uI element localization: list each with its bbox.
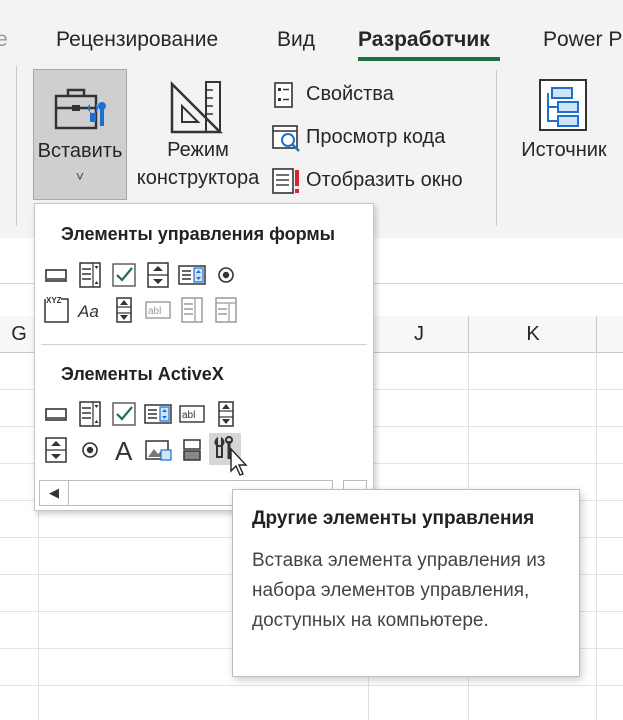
scroll-left-button[interactable]: ◀ xyxy=(40,481,69,505)
ribbon-separator xyxy=(496,70,497,226)
svg-text:Aa: Aa xyxy=(77,302,99,321)
view-code-icon xyxy=(272,125,300,152)
properties-icon xyxy=(274,82,293,108)
properties-label: Свойства xyxy=(306,83,394,105)
design-mode-label-1: Режим xyxy=(167,139,229,161)
gridline xyxy=(596,352,597,720)
list-box-form-icon[interactable] xyxy=(177,260,207,290)
source-icon xyxy=(539,79,587,131)
image-activex-icon[interactable] xyxy=(143,435,173,465)
button-form-icon[interactable] xyxy=(41,260,71,290)
more-controls-tooltip: Другие элементы управления Вставка элеме… xyxy=(232,489,580,677)
check-box-form-icon[interactable] xyxy=(109,260,139,290)
tab-partial-left[interactable]: e xyxy=(0,28,8,52)
tooltip-title: Другие элементы управления xyxy=(252,508,535,529)
group-box-form-icon[interactable]: XYZ xyxy=(41,295,71,325)
svg-text:abl: abl xyxy=(148,306,161,317)
insert-label: Вставить xyxy=(37,140,123,162)
view-code-label: Просмотр кода xyxy=(306,126,446,148)
scroll-bar-activex-icon[interactable] xyxy=(211,399,241,429)
design-mode-button[interactable]: Режим конструктора xyxy=(128,136,268,192)
list-box-activex-icon[interactable] xyxy=(143,399,173,429)
design-mode-icon xyxy=(170,80,224,134)
option-button-activex-icon[interactable] xyxy=(75,435,105,465)
ribbon-separator xyxy=(16,66,17,226)
svg-text:A: A xyxy=(115,436,133,465)
tooltip-description: Вставка элемента управления из набора эл… xyxy=(252,550,546,631)
activex-controls-heading: Элементы ActiveX xyxy=(61,364,224,384)
option-button-form-icon[interactable] xyxy=(211,260,241,290)
tab-view[interactable]: Вид xyxy=(277,28,315,52)
label-form-icon[interactable]: Aa xyxy=(75,295,105,325)
text-field-form-icon[interactable]: abl xyxy=(143,295,173,325)
spin-button-form-icon[interactable] xyxy=(143,260,173,290)
design-mode-label-2: конструктора xyxy=(136,167,260,189)
gridline xyxy=(0,685,623,686)
check-box-activex-icon[interactable] xyxy=(109,399,139,429)
combo-box-form-icon[interactable] xyxy=(75,260,105,290)
dropdown-separator xyxy=(41,344,367,345)
active-tab-indicator xyxy=(358,57,500,61)
scroll-bar-form-icon[interactable] xyxy=(109,295,139,325)
source-button[interactable]: Источник xyxy=(512,136,616,164)
svg-text:XYZ: XYZ xyxy=(46,296,62,305)
combo-box-activex-icon[interactable] xyxy=(75,399,105,429)
run-dialog-icon xyxy=(272,168,299,194)
spin-button-activex-icon[interactable] xyxy=(41,435,71,465)
form-controls-heading: Элементы управления формы xyxy=(61,224,336,244)
insert-controls-dropdown: Элементы управления формы XYZ Aa abl Эле… xyxy=(34,203,374,511)
svg-text:abl: abl xyxy=(182,410,195,421)
column-header-g[interactable]: G xyxy=(0,316,38,353)
column-header-next[interactable] xyxy=(596,316,623,353)
run-dialog-label: Отобразить окно xyxy=(306,169,463,191)
tab-power-pivot[interactable]: Power P xyxy=(543,28,622,52)
label-activex-icon[interactable]: A xyxy=(109,435,139,465)
column-header-k[interactable]: K xyxy=(468,316,597,353)
tab-review[interactable]: Рецензирование xyxy=(56,28,218,52)
ribbon-tab-bar: e Рецензирование Вид Разработчик Power P xyxy=(0,0,623,66)
toggle-button-activex-icon[interactable] xyxy=(177,435,207,465)
toolbox-icon xyxy=(54,88,106,130)
chevron-down-icon: ˅ xyxy=(75,168,85,184)
mouse-cursor-icon xyxy=(230,447,248,476)
text-box-activex-icon[interactable]: abl xyxy=(177,399,207,429)
combo-list-edit-form-icon[interactable] xyxy=(177,295,207,325)
combo-drop-down-edit-form-icon[interactable] xyxy=(211,295,241,325)
insert-controls-button[interactable]: Вставить ˅ xyxy=(33,69,127,200)
command-button-activex-icon[interactable] xyxy=(41,399,71,429)
tab-developer[interactable]: Разработчик xyxy=(358,28,490,52)
column-header-j[interactable]: J xyxy=(368,316,469,353)
